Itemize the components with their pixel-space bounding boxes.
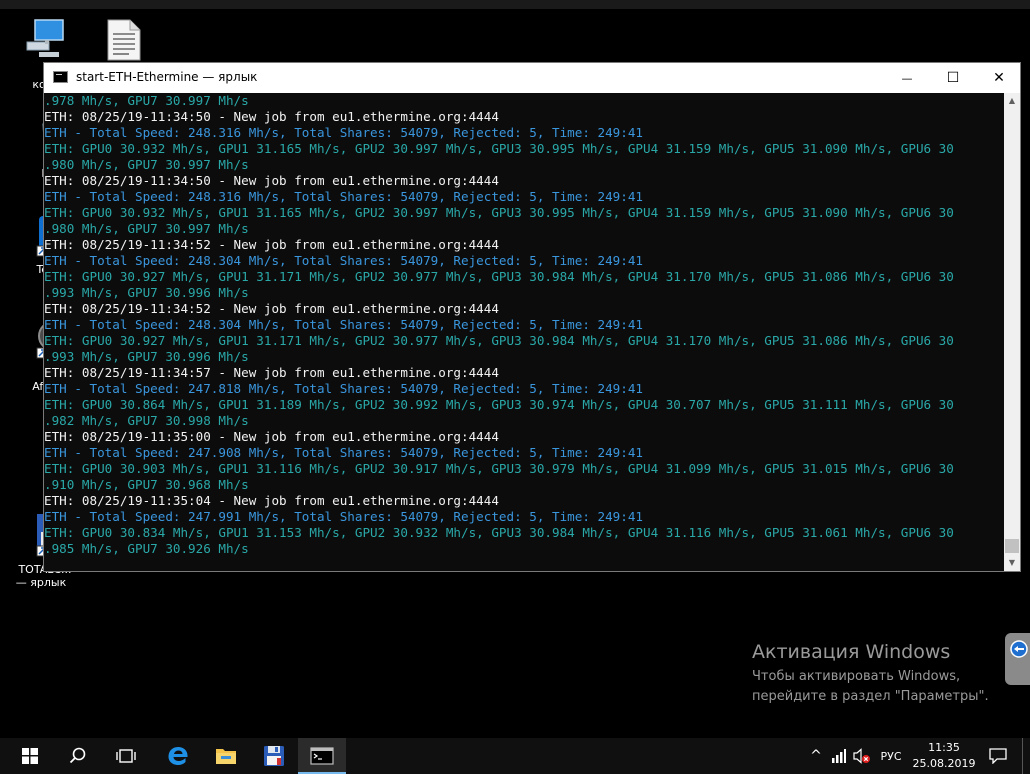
console-line: ETH - Total Speed: 248.304 Mh/s, Total S…: [44, 317, 643, 332]
action-center-button[interactable]: [986, 738, 1010, 774]
desktop: Эт компь Корз Team 1: [0, 0, 1030, 738]
console-line: ETH - Total Speed: 248.316 Mh/s, Total S…: [44, 125, 643, 140]
console-line: ETH: 08/25/19-11:34:52 - New job from eu…: [44, 301, 499, 316]
minimize-button[interactable]: —: [884, 63, 930, 93]
console-line: .980 Mh/s, GPU7 30.997 Mh/s: [44, 221, 249, 236]
input-language-label: РУС: [880, 749, 902, 763]
desktop-icon-document[interactable]: [86, 18, 162, 67]
search-button[interactable]: [54, 738, 102, 774]
console-line: ETH: 08/25/19-11:35:04 - New job from eu…: [44, 493, 499, 508]
taskbar: ^ РУС 11:35 25.08.2019: [0, 738, 1030, 774]
floppy-save-icon: [264, 746, 284, 766]
volume-tray-button[interactable]: [850, 738, 874, 774]
windows-start-icon: [22, 748, 38, 764]
scroll-down-arrow-icon[interactable]: ▼: [1004, 555, 1020, 571]
console-line: ETH - Total Speed: 248.304 Mh/s, Total S…: [44, 253, 643, 268]
total-commander-taskbar-button[interactable]: [250, 738, 298, 774]
teamviewer-side-tab[interactable]: [1005, 633, 1030, 685]
search-icon: [69, 747, 86, 764]
console-line: ETH: 08/25/19-11:34:57 - New job from eu…: [44, 365, 499, 380]
console-line: ETH - Total Speed: 247.908 Mh/s, Total S…: [44, 445, 643, 460]
console-line: .978 Mh/s, GPU7 30.997 Mh/s: [44, 93, 249, 108]
window-title: start-ETH-Ethermine — ярлык: [76, 70, 258, 84]
console-line: .980 Mh/s, GPU7 30.997 Mh/s: [44, 157, 249, 172]
console-line: .993 Mh/s, GPU7 30.996 Mh/s: [44, 349, 249, 364]
activation-watermark-line: Чтобы активировать Windows,: [752, 669, 961, 684]
window-titlebar[interactable]: start-ETH-Ethermine — ярлык — ☐ ✕: [44, 63, 1020, 93]
scroll-up-arrow-icon[interactable]: ▲: [1004, 93, 1020, 109]
console-window[interactable]: start-ETH-Ethermine — ярлык — ☐ ✕ .978 M…: [43, 62, 1021, 572]
close-icon: ✕: [993, 70, 1005, 86]
console-line: ETH: 08/25/19-11:34:52 - New job from eu…: [44, 237, 499, 252]
activation-watermark-title: Активация Windows: [752, 641, 951, 663]
console-line: ETH: GPU0 30.834 Mh/s, GPU1 31.153 Mh/s,…: [44, 525, 954, 540]
maximize-button[interactable]: ☐: [930, 63, 976, 93]
file-explorer-taskbar-button[interactable]: [202, 738, 250, 774]
console-line: ETH: GPU0 30.932 Mh/s, GPU1 31.165 Mh/s,…: [44, 205, 954, 220]
desktop-icon-label: — ярлык: [15, 576, 67, 589]
console-line: ETH - Total Speed: 247.991 Mh/s, Total S…: [44, 509, 643, 524]
edge-icon: [168, 747, 188, 765]
maximize-icon: ☐: [946, 70, 960, 86]
console-line: ETH: 08/25/19-11:34:50 - New job from eu…: [44, 109, 499, 124]
screen-top-strip: [0, 0, 1030, 9]
console-line: ETH - Total Speed: 248.316 Mh/s, Total S…: [44, 189, 643, 204]
document-icon: [107, 19, 141, 61]
activation-watermark-line: перейдите в раздел "Параметры".: [752, 689, 989, 704]
edge-taskbar-button[interactable]: [154, 738, 202, 774]
clock-date: 25.08.2019: [912, 757, 976, 770]
console-line: ETH: GPU0 30.932 Mh/s, GPU1 31.165 Mh/s,…: [44, 141, 954, 156]
close-button[interactable]: ✕: [976, 63, 1022, 93]
taskbar-clock[interactable]: 11:35 25.08.2019: [908, 740, 980, 772]
console-line: ETH: GPU0 30.927 Mh/s, GPU1 31.171 Mh/s,…: [44, 269, 954, 284]
console-line: ETH: 08/25/19-11:34:50 - New job from eu…: [44, 173, 499, 188]
console-output[interactable]: .978 Mh/s, GPU7 30.997 Mh/s ETH: 08/25/19…: [44, 93, 1004, 571]
console-line: ETH: GPU0 30.864 Mh/s, GPU1 31.189 Mh/s,…: [44, 397, 954, 412]
console-line: ETH: 08/25/19-11:35:00 - New job from eu…: [44, 429, 499, 444]
console-line: .910 Mh/s, GPU7 30.968 Mh/s: [44, 477, 249, 492]
console-taskbar-button[interactable]: [298, 738, 346, 774]
network-tray-button[interactable]: [828, 738, 850, 774]
console-icon: [310, 747, 334, 765]
network-icon: [832, 749, 846, 763]
console-line: ETH: GPU0 30.903 Mh/s, GPU1 31.116 Mh/s,…: [44, 461, 954, 476]
console-line: ETH - Total Speed: 247.818 Mh/s, Total S…: [44, 381, 643, 396]
file-explorer-icon: [216, 749, 236, 764]
teamviewer-tab-icon: [1010, 640, 1028, 658]
activation-watermark-text: Чтобы активировать Windows, перейдите в …: [752, 667, 989, 707]
start-button[interactable]: [6, 738, 54, 774]
minimize-icon: —: [901, 71, 913, 85]
chevron-up-icon: ^: [810, 748, 822, 764]
volume-muted-icon: [853, 748, 870, 764]
scrollbar-thumb[interactable]: [1005, 539, 1019, 553]
console-line: ETH: GPU0 30.927 Mh/s, GPU1 31.171 Mh/s,…: [44, 333, 954, 348]
console-line: .993 Mh/s, GPU7 30.996 Mh/s: [44, 285, 249, 300]
notifications-icon: [989, 748, 1007, 764]
show-hidden-icons-button[interactable]: ^: [806, 738, 826, 774]
clock-time: 11:35: [928, 741, 960, 754]
console-line: .982 Mh/s, GPU7 30.998 Mh/s: [44, 413, 249, 428]
vertical-scrollbar[interactable]: ▲ ▼: [1004, 93, 1020, 571]
console-line: .985 Mh/s, GPU7 30.926 Mh/s: [44, 541, 249, 556]
console-app-icon: [53, 71, 68, 83]
show-desktop-button[interactable]: [1022, 738, 1030, 774]
monitor-icon: [26, 19, 64, 57]
task-view-icon: [116, 749, 136, 763]
task-view-button[interactable]: [102, 738, 150, 774]
input-language-button[interactable]: РУС: [876, 738, 906, 774]
